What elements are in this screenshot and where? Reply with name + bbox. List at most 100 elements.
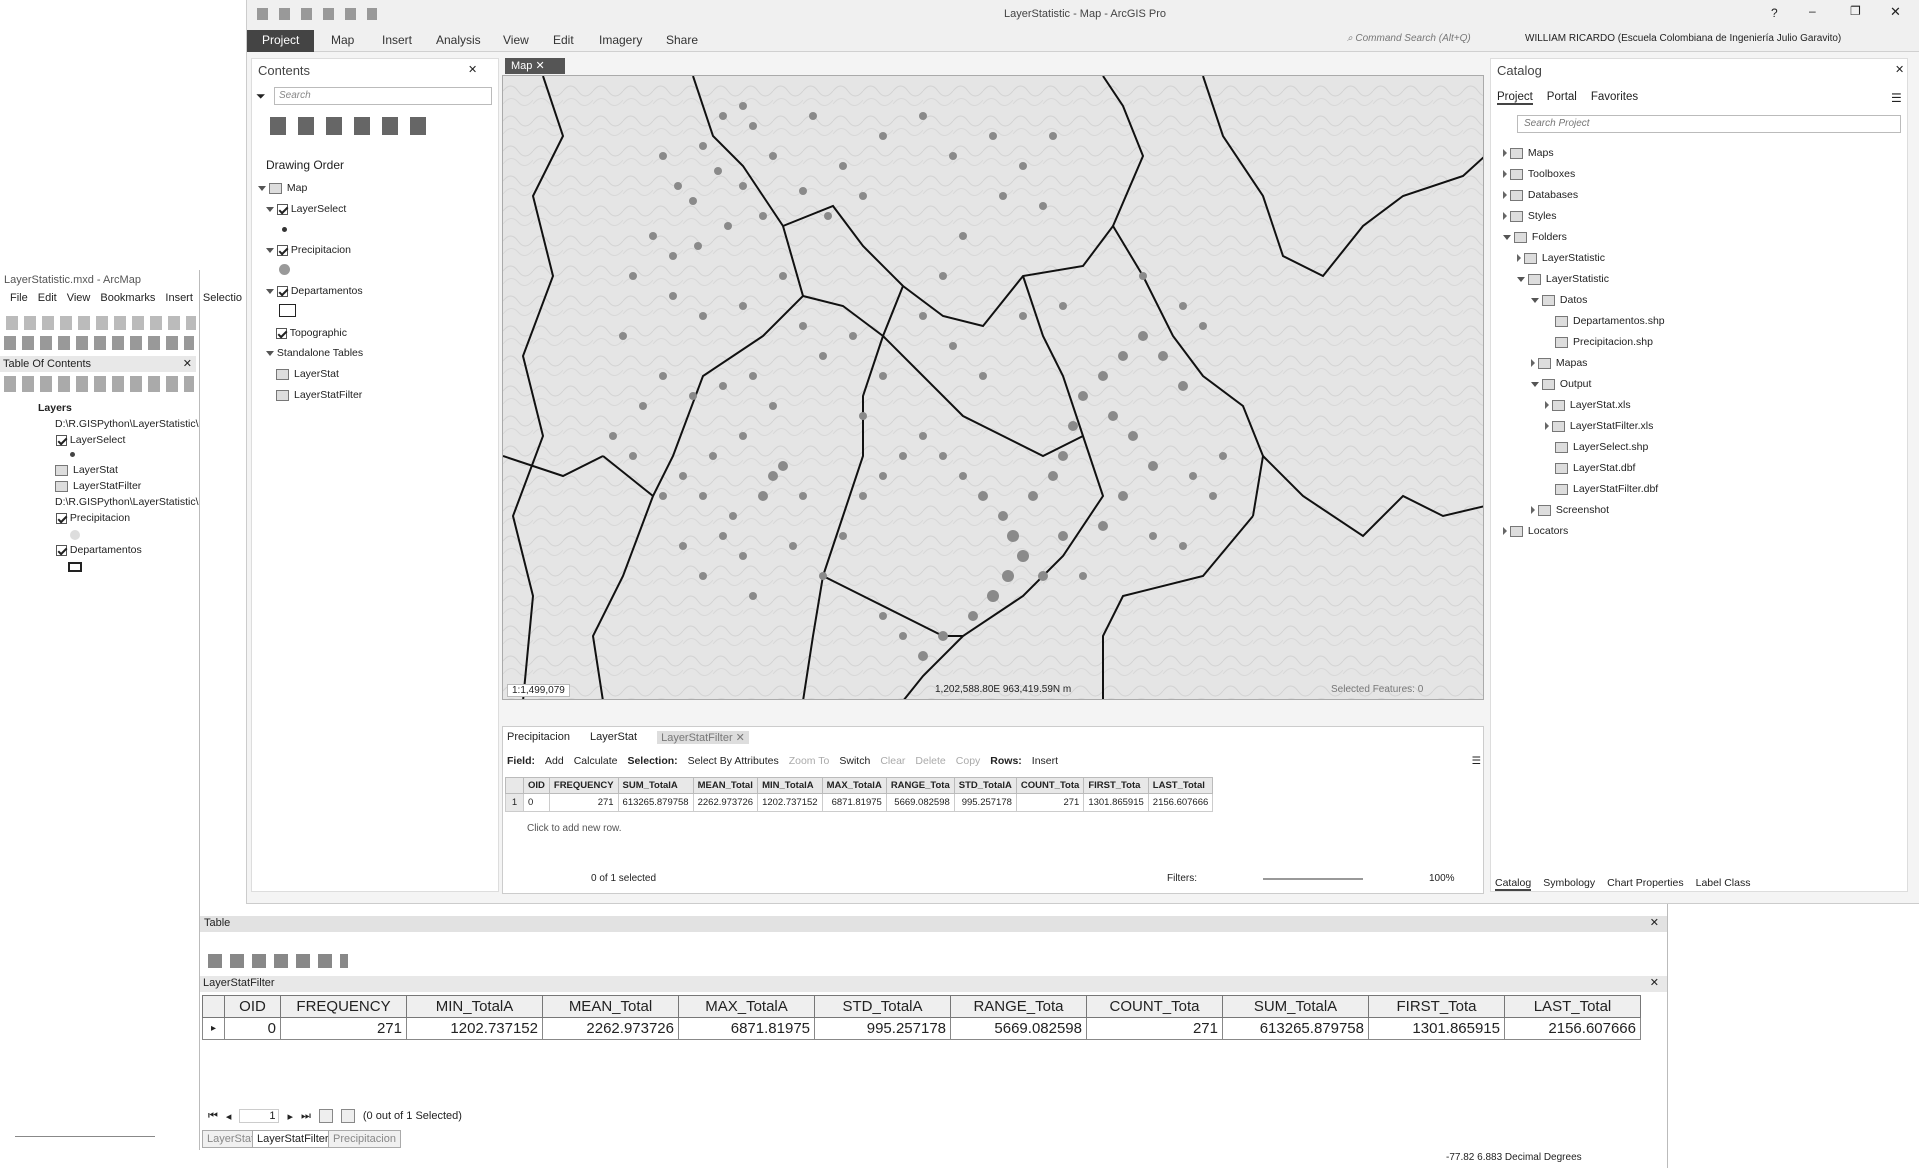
checkbox-icon[interactable]	[56, 544, 67, 556]
menu-selection[interactable]: Selectio	[203, 292, 242, 310]
row-index[interactable]: 1	[505, 793, 524, 812]
catalog-styles[interactable]: Styles	[1503, 210, 1557, 222]
toc-precipitacion[interactable]: Precipitacion	[56, 512, 130, 524]
cell[interactable]: 1301.865915	[1368, 1017, 1505, 1040]
clear-button[interactable]: Clear	[880, 755, 905, 767]
table-row[interactable]: 1 0 271 613265.879758 2262.973726 1202.7…	[505, 793, 1214, 812]
catalog-layerstatistic-2[interactable]: LayerStatistic	[1517, 273, 1609, 285]
cell[interactable]: 1301.865915	[1083, 793, 1149, 812]
tab-project[interactable]: Project	[247, 30, 315, 52]
col-header[interactable]: MAX_TotalA	[678, 995, 815, 1018]
cell[interactable]: 5669.082598	[885, 793, 955, 812]
toc-map[interactable]: Map	[258, 182, 307, 194]
close-icon[interactable]: ✕	[468, 63, 477, 76]
catalog-output[interactable]: Output	[1531, 378, 1591, 390]
tab-map[interactable]: Map	[331, 33, 354, 47]
checkbox-icon[interactable]	[56, 512, 67, 524]
col-header[interactable]: OID	[224, 995, 281, 1018]
zoom-percent[interactable]: 100%	[1429, 873, 1455, 884]
switch-button[interactable]: Switch	[839, 755, 870, 767]
col-header[interactable]: LAST_Total	[1504, 995, 1641, 1018]
catalog-datos[interactable]: Datos	[1531, 294, 1587, 306]
close-icon[interactable]: ✕	[736, 732, 745, 744]
close-icon[interactable]: ✕	[535, 60, 544, 72]
tab-layerstatfilter[interactable]: LayerStatFilter	[252, 1130, 334, 1148]
map-view[interactable]: 1:1,499,079 1,202,588.80E 963,419.59N m …	[502, 75, 1484, 700]
tab-chart-properties[interactable]: Chart Properties	[1607, 877, 1683, 891]
cell[interactable]: 5669.082598	[950, 1017, 1087, 1040]
tab-precipitacion[interactable]: Precipitacion	[507, 731, 570, 744]
prev-record-icon[interactable]: ◂	[226, 1110, 232, 1123]
menu-icon[interactable]: ☰	[1891, 91, 1902, 105]
arcmap-toolbar[interactable]	[6, 316, 196, 330]
cell[interactable]: 2156.607666	[1147, 793, 1214, 812]
tab-edit[interactable]: Edit	[553, 33, 574, 47]
col-header[interactable]: SUM_TotalA	[1222, 995, 1369, 1018]
filter-icon[interactable]: ⏷	[256, 89, 266, 104]
tab-insert[interactable]: Insert	[382, 33, 412, 47]
menu-view[interactable]: View	[67, 292, 91, 310]
cell[interactable]: 613265.879758	[617, 793, 694, 812]
scrollbar[interactable]	[15, 1136, 155, 1137]
contents-view-toolbar[interactable]	[270, 117, 430, 135]
catalog-layerstat-xls[interactable]: LayerStat.xls	[1545, 399, 1631, 411]
scale-selector[interactable]: 1:1,499,079	[507, 684, 570, 697]
cell[interactable]: 271	[548, 793, 619, 812]
checkbox-icon[interactable]	[276, 244, 288, 256]
catalog-tab-favorites[interactable]: Favorites	[1591, 91, 1638, 105]
command-search[interactable]: ⌕ Command Search (Alt+Q)	[1347, 33, 1471, 44]
record-input[interactable]: 1	[239, 1109, 280, 1123]
table-row[interactable]: ▸ 0 271 1202.737152 2262.973726 6871.819…	[202, 1017, 1641, 1040]
cell[interactable]: 2156.607666	[1504, 1017, 1641, 1040]
arcmap-tools-toolbar[interactable]	[4, 336, 194, 350]
cell[interactable]: 271	[280, 1017, 407, 1040]
toc-layerstat[interactable]: LayerStat	[55, 464, 118, 476]
menu-edit[interactable]: Edit	[38, 292, 57, 310]
col-header[interactable]: FREQUENCY	[548, 777, 619, 794]
col-header[interactable]: MIN_TotalA	[757, 777, 823, 794]
cell[interactable]: 6871.81975	[678, 1017, 815, 1040]
tab-precipitacion[interactable]: Precipitacion	[328, 1130, 401, 1148]
tab-view[interactable]: View	[503, 33, 529, 47]
contents-search-input[interactable]: Search	[274, 87, 492, 105]
checkbox-icon[interactable]	[56, 434, 67, 446]
add-row-prompt[interactable]: Click to add new row.	[527, 823, 622, 834]
close-icon[interactable]: ✕	[1895, 63, 1904, 76]
catalog-folders[interactable]: Folders	[1503, 231, 1567, 243]
tab-imagery[interactable]: Imagery	[599, 33, 642, 47]
tab-symbology[interactable]: Symbology	[1543, 877, 1595, 891]
col-header[interactable]: STD_TotalA	[814, 995, 951, 1018]
catalog-tab-project[interactable]: Project	[1497, 91, 1533, 105]
restore-button[interactable]: ❐	[1850, 4, 1861, 18]
map-tab[interactable]: Map ✕	[505, 58, 565, 74]
col-header[interactable]: LAST_Total	[1147, 777, 1214, 794]
close-icon[interactable]: ✕	[1650, 916, 1659, 929]
delete-button[interactable]: Delete	[915, 755, 945, 767]
tab-layerstat[interactable]: LayerStat	[590, 731, 637, 744]
catalog-screenshot[interactable]: Screenshot	[1531, 504, 1609, 516]
row-selector[interactable]: ▸	[202, 1017, 225, 1040]
catalog-layerstatfilter-dbf[interactable]: LayerStatFilter.dbf	[1555, 483, 1658, 495]
col-header[interactable]: COUNT_Tota	[1015, 777, 1085, 794]
select-by-attributes-button[interactable]: Select By Attributes	[688, 755, 779, 767]
cell[interactable]: 6871.81975	[821, 793, 887, 812]
checkbox-icon[interactable]	[276, 327, 287, 339]
toc-folder-2[interactable]: D:\R.GISPython\LayerStatistic\	[55, 496, 199, 508]
toc-layerselect[interactable]: LayerSelect	[266, 203, 346, 215]
col-header[interactable]: SUM_TotalA	[617, 777, 694, 794]
catalog-departamentos-shp[interactable]: Departamentos.shp	[1555, 315, 1665, 327]
cell[interactable]: 1202.737152	[406, 1017, 543, 1040]
catalog-layerselect-shp[interactable]: LayerSelect.shp	[1555, 441, 1648, 453]
toc-layerstatfilter[interactable]: LayerStatFilter	[276, 389, 362, 401]
show-all-icon[interactable]	[318, 1109, 333, 1123]
col-header[interactable]: MEAN_Total	[542, 995, 679, 1018]
user-name[interactable]: WILLIAM RICARDO (Escuela Colombiana de I…	[1525, 33, 1841, 44]
insert-button[interactable]: Insert	[1032, 755, 1058, 767]
checkbox-icon[interactable]	[276, 203, 288, 215]
add-field-button[interactable]: Add	[545, 755, 564, 767]
toc-departamentos[interactable]: Departamentos	[56, 544, 142, 556]
help-button[interactable]: ?	[1771, 6, 1778, 20]
calculate-button[interactable]: Calculate	[574, 755, 618, 767]
catalog-databases[interactable]: Databases	[1503, 189, 1578, 201]
catalog-layerstat-dbf[interactable]: LayerStat.dbf	[1555, 462, 1635, 474]
